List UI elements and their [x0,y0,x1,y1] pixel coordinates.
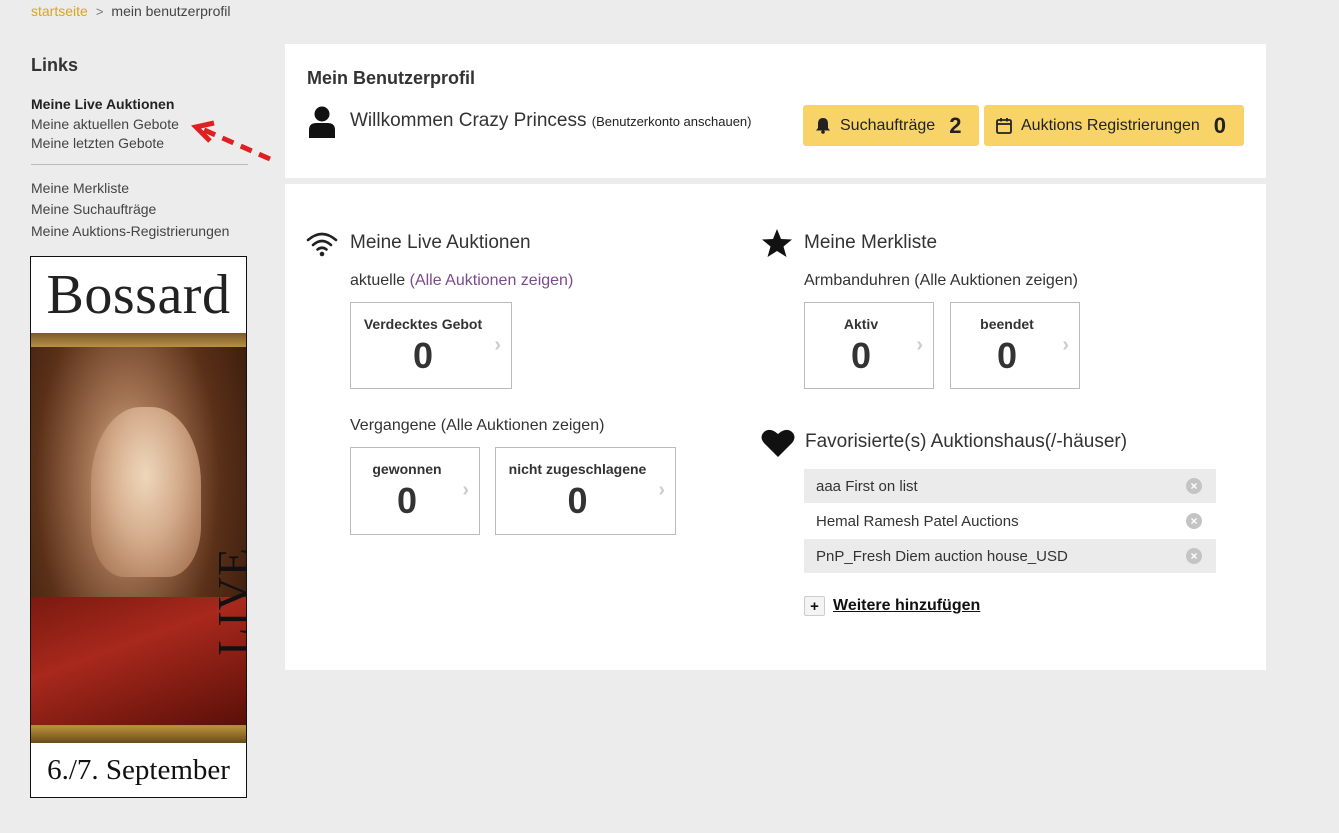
star-icon [762,229,792,257]
add-more-favorites-button[interactable]: + Weitere hinzufügen [804,596,980,616]
wifi-icon [306,232,338,257]
breadcrumb: startseite > mein benutzerprofil [31,3,230,19]
favorite-house-item: aaa First on list × [804,469,1216,503]
live-past-show-all-link[interactable]: (Alle Auktionen zeigen) [441,417,605,434]
watchlist-active-count: 0 [850,335,872,376]
search-orders-count: 2 [949,112,962,138]
plus-icon: + [804,596,825,616]
watchlist-active-label: Aktiv [843,316,879,332]
watchlist-ended-box[interactable]: beendet 0 › [950,302,1080,389]
sidebar-title: Links [31,55,79,75]
watchlist-active-box[interactable]: Aktiv 0 › [804,302,934,389]
live-current-heading: aktuelle (Alle Auktionen zeigen) [350,272,573,290]
live-current-show-all-link[interactable]: (Alle Auktionen zeigen) [410,272,574,289]
sidebar-divider [31,163,248,165]
hidden-bid-box[interactable]: Verdecktes Gebot 0 › [350,302,512,389]
live-past-label: Vergangene [350,417,437,434]
favorite-house-name: aaa First on list [816,477,918,495]
sidebar-item-watchlist[interactable]: Meine Merkliste [31,178,249,200]
chevron-right-icon: › [916,334,923,356]
won-box[interactable]: gewonnen 0 › [350,447,480,535]
watchlist-ended-count: 0 [996,335,1018,376]
chevron-right-icon: › [462,479,469,501]
watchlist-category-heading: Armbanduhren (Alle Auktionen zeigen) [804,272,1078,290]
heart-icon [761,429,795,457]
annotation-arrow-icon [191,120,272,162]
auction-registrations-button[interactable]: Auktions Registrierungen 0 [984,105,1244,146]
watchlist-show-all-link[interactable]: (Alle Auktionen zeigen) [914,272,1078,289]
page-title: Mein Benutzerprofil [307,68,476,88]
not-awarded-box[interactable]: nicht zugeschlagene 0 › [495,447,676,535]
banner-date: 6./7. September [47,753,230,786]
not-awarded-count: 0 [567,480,588,521]
welcome-text: Willkommen Crazy Princess (Benutzerkonto… [350,110,751,132]
favorite-house-name: Hemal Ramesh Patel Auctions [816,512,1019,530]
remove-icon[interactable]: × [1186,548,1202,564]
banner-live-text: LIVE [208,547,247,656]
live-auctions-title: Meine Live Auktionen [350,232,531,253]
account-link[interactable]: (Benutzerkonto anschauen) [592,114,752,129]
won-label: gewonnen [372,461,442,477]
hidden-bid-label: Verdecktes Gebot [363,316,483,332]
sidebar-item-search-orders[interactable]: Meine Suchaufträge [31,199,249,221]
auction-banner-ad[interactable]: Bossard LIVE 6./7. September [30,256,247,798]
sidebar-item-registrations[interactable]: Meine Auktions-Registrierungen [31,221,249,243]
breadcrumb-current: mein benutzerprofil [111,3,231,19]
chevron-right-icon: › [658,479,665,501]
favorite-house-name: PnP_Fresh Diem auction house_USD [816,547,1068,565]
search-orders-button[interactable]: Suchaufträge 2 [803,105,979,146]
watchlist-ended-label: beendet [980,316,1034,332]
hidden-bid-count: 0 [412,335,434,376]
chevron-right-icon: › [494,334,501,356]
not-awarded-label: nicht zugeschlagene [508,461,647,477]
favorites-title: Favorisierte(s) Auktionshaus(/-häuser) [805,431,1128,452]
profile-header-card: Mein Benutzerprofil Willkommen Crazy Pri… [285,44,1266,178]
watchlist-category-label: Armbanduhren [804,272,910,289]
banner-brand: Bossard [46,264,231,326]
chevron-right-icon: › [1062,334,1069,356]
breadcrumb-home-link[interactable]: startseite [31,3,88,19]
breadcrumb-separator: > [95,3,104,19]
welcome-message: Willkommen Crazy Princess [350,110,587,131]
live-current-label: aktuelle [350,272,406,289]
banner-painting-frame [31,333,246,743]
banner-painting-image [31,347,246,725]
calendar-icon [996,118,1012,134]
remove-icon[interactable]: × [1186,513,1202,529]
auction-registrations-count: 0 [1213,112,1227,138]
live-past-heading: Vergangene (Alle Auktionen zeigen) [350,417,604,435]
remove-icon[interactable]: × [1186,478,1202,494]
bell-icon [816,118,830,134]
search-orders-label: Suchaufträge [840,116,936,134]
profile-overview-card: Meine Live Auktionen aktuelle (Alle Aukt… [285,184,1266,670]
favorite-house-item: PnP_Fresh Diem auction house_USD × [804,539,1216,573]
auction-registrations-label: Auktions Registrierungen [1021,116,1200,134]
user-icon [309,106,335,138]
sidebar-item-live-auctions[interactable]: Meine Live Auktionen [31,95,249,115]
favorite-house-item: Hemal Ramesh Patel Auctions × [804,504,1216,538]
won-count: 0 [396,480,418,521]
add-more-label: Weitere hinzufügen [833,597,981,614]
watchlist-title: Meine Merkliste [804,232,938,253]
